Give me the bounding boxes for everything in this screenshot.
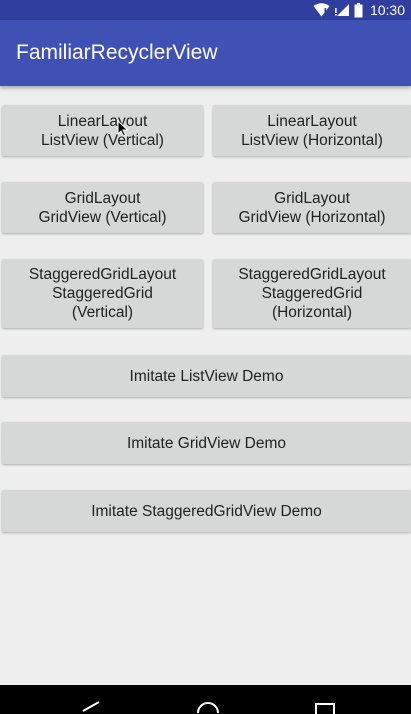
button-label: Imitate GridView Demo [126,434,287,452]
battery-icon [354,2,363,17]
staggered-vertical-button[interactable]: StaggeredGridLayout StaggeredGrid (Verti… [2,259,203,328]
button-label-line: LinearLayout [267,112,357,130]
back-icon[interactable] [80,701,102,714]
imitate-gridview-button[interactable]: Imitate GridView Demo [2,422,411,464]
grid-horizontal-button[interactable]: GridLayout GridView (Horizontal) [213,182,411,233]
button-label: Imitate StaggeredGridView Demo [91,502,322,520]
linear-horizontal-button[interactable]: LinearLayout ListView (Horizontal) [213,105,411,156]
button-label-line: StaggeredGrid [52,285,153,302]
mouse-cursor-icon [117,120,129,137]
imitate-listview-button[interactable]: Imitate ListView Demo [2,355,411,397]
status-icons: 10:30 [313,0,405,20]
button-label: Imitate ListView Demo [129,367,284,385]
button-label-line: ListView (Vertical) [41,131,164,149]
home-icon[interactable] [196,701,220,714]
staggered-horizontal-button[interactable]: StaggeredGridLayout StaggeredGrid (Horiz… [213,259,411,328]
button-label-line: LinearLayout [57,112,148,130]
button-label-line: (Horizontal) [271,304,353,321]
button-label-line: GridLayout [64,189,141,207]
imitate-staggered-gridview-button[interactable]: Imitate StaggeredGridView Demo [2,490,411,532]
navigation-bar [0,685,411,714]
button-label-line: GridLayout [274,189,350,207]
button-label-line: (Vertical) [71,304,134,321]
app-bar: FamiliarRecyclerView [0,20,411,86]
status-time: 10:30 [369,2,405,18]
button-label-line: GridView (Horizontal) [238,208,386,226]
button-label-line: StaggeredGridLayout [28,266,177,283]
grid-vertical-button[interactable]: GridLayout GridView (Vertical) [2,182,203,233]
button-label-line: StaggeredGrid [261,285,363,302]
button-label-line: GridView (Vertical) [38,208,167,226]
button-label-line: ListView (Horizontal) [241,131,383,149]
wifi-icon [313,3,330,17]
linear-vertical-button[interactable]: LinearLayout ListView (Vertical) [2,105,203,156]
status-bar: 10:30 [0,0,411,20]
app-title: FamiliarRecyclerView [16,41,218,64]
recents-icon[interactable] [314,703,336,714]
signal-icon [334,4,349,16]
button-label-line: StaggeredGridLayout [238,266,386,283]
